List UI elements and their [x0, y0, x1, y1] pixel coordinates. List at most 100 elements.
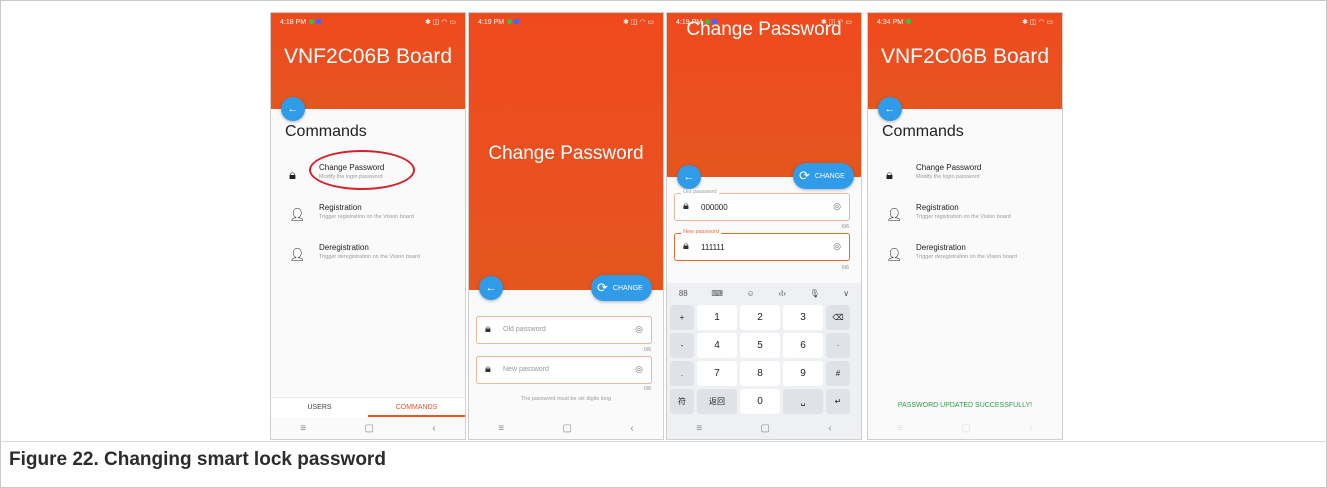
- status-bar: 4:18 PM ✱ ◫ ◠ ▭: [271, 13, 465, 31]
- key-4[interactable]: 4: [697, 333, 737, 358]
- status-icons: ✱ ◫ ◠ ▭: [622, 19, 654, 26]
- back-nav-icon[interactable]: ‹: [828, 423, 831, 434]
- key-5[interactable]: 5: [740, 333, 780, 358]
- status-time: 4:18 PM: [280, 18, 307, 26]
- command-description: Trigger registration on the Vision board: [319, 214, 414, 220]
- phone-screen-commands: 4:18 PM ✱ ◫ ◠ ▭ VNF2C06B Board ← Command…: [270, 12, 466, 440]
- key-7[interactable]: 7: [697, 361, 737, 386]
- home-icon[interactable]: ▢: [962, 423, 971, 434]
- command-description: Trigger deregistration on the Vision boa…: [916, 254, 1017, 260]
- lock-icon: 🔒︎: [289, 167, 296, 182]
- menu-icon[interactable]: ≡: [300, 423, 306, 434]
- eye-off-icon[interactable]: ◎: [833, 241, 841, 252]
- old-password-legend: Old password: [681, 189, 719, 195]
- kb-apps-icon[interactable]: 88: [679, 289, 688, 298]
- key-1[interactable]: 1: [697, 305, 737, 330]
- key-period[interactable]: .: [670, 361, 694, 386]
- arrow-left-icon: ←: [683, 171, 695, 183]
- change-button[interactable]: ⟳ CHANGE: [591, 275, 652, 301]
- new-password-field[interactable]: 🔒︎ New password ◎: [476, 356, 652, 384]
- old-password-field[interactable]: 🔒︎ Old password ◎: [476, 316, 652, 344]
- status-icons: ✱ ◫ ◠ ▭: [820, 19, 852, 26]
- annotation-circle: [309, 150, 415, 190]
- old-password-counter: 6/6: [842, 224, 849, 230]
- new-password-field[interactable]: New password 🔒︎ 111111 ◎: [674, 229, 850, 261]
- command-registration[interactable]: 👤︎ Registration Trigger registration on …: [886, 203, 1056, 231]
- refresh-icon: ⟳: [597, 280, 608, 295]
- menu-icon[interactable]: ≡: [498, 423, 504, 434]
- caption-divider: [0, 441, 1327, 442]
- back-nav-icon[interactable]: ‹: [630, 423, 633, 434]
- back-button[interactable]: ←: [677, 165, 701, 189]
- old-password-field[interactable]: Old password 🔒︎ 000000 ◎: [674, 189, 850, 221]
- eye-off-icon[interactable]: ◎: [635, 364, 643, 375]
- key-3[interactable]: 3: [783, 305, 823, 330]
- phone-screen-change-password-filled: 4:19 PM ✱ ◫ ◠ ▭ Change Password ← ⟳ CHAN…: [666, 12, 862, 440]
- keyboard-toolbar: 88 ⌨ ☺ ‹I› 🎙 ∨: [667, 283, 861, 303]
- back-button[interactable]: ←: [281, 97, 305, 121]
- home-icon[interactable]: ▢: [365, 423, 374, 434]
- key-space[interactable]: ␣: [783, 389, 823, 414]
- system-nav-bar: ≡ ▢ ‹: [868, 417, 1062, 439]
- kb-collapse-icon[interactable]: ∨: [843, 289, 849, 298]
- eye-off-icon[interactable]: ◎: [833, 201, 841, 212]
- system-nav-bar: ≡ ▢ ‹: [667, 417, 861, 439]
- key-minus[interactable]: -: [670, 333, 694, 358]
- status-time: 4:19 PM: [478, 18, 505, 26]
- key-2[interactable]: 2: [740, 305, 780, 330]
- key-8[interactable]: 8: [740, 361, 780, 386]
- arrow-left-icon: ←: [884, 103, 896, 115]
- phone-screen-change-password-empty: 4:19 PM ✱ ◫ ◠ ▭ Change Password ← ⟳ CHAN…: [468, 12, 664, 440]
- key-return[interactable]: 返回: [697, 389, 737, 414]
- page-title: Change Password: [488, 143, 644, 164]
- key-symbols[interactable]: 符: [670, 389, 694, 414]
- page-title: VNF2C06B Board: [880, 45, 1050, 68]
- menu-icon[interactable]: ≡: [696, 423, 702, 434]
- command-change-password[interactable]: 🔒︎ Change Password Modify the login pass…: [886, 163, 1056, 191]
- key-plus[interactable]: +: [670, 305, 694, 330]
- command-label: Registration: [319, 203, 362, 212]
- old-password-counter: 0/6: [644, 347, 651, 353]
- section-title: Commands: [285, 123, 367, 140]
- key-backspace[interactable]: ⌫: [826, 305, 850, 330]
- status-time: 4:19 PM: [676, 18, 703, 26]
- back-button[interactable]: ←: [878, 97, 902, 121]
- bottom-tab-bar: USERS COMMANDS: [271, 397, 465, 417]
- key-9[interactable]: 9: [783, 361, 823, 386]
- command-description: Trigger deregistration on the Vision boa…: [319, 254, 420, 260]
- command-deregistration[interactable]: 👤︎ Deregistration Trigger deregistration…: [289, 243, 459, 271]
- kb-cursor-icon[interactable]: ‹I›: [778, 289, 786, 298]
- status-bar: 4:19 PM ✱ ◫ ◠ ▭: [667, 13, 861, 31]
- figure-caption: Figure 22. Changing smart lock password: [9, 449, 386, 470]
- phone-screen-commands-success: 4:34 PM ✱ ◫ ◠ ▭ VNF2C06B Board ← Command…: [867, 12, 1063, 440]
- key-0[interactable]: 0: [740, 389, 780, 414]
- kb-mic-icon[interactable]: 🎙: [810, 289, 820, 298]
- status-bar: 4:19 PM ✱ ◫ ◠ ▭: [469, 13, 663, 31]
- refresh-icon: ⟳: [799, 168, 810, 183]
- key-dot-mid[interactable]: ·: [826, 333, 850, 358]
- back-nav-icon[interactable]: ‹: [432, 423, 435, 434]
- key-enter[interactable]: ↵: [826, 389, 850, 414]
- command-deregistration[interactable]: 👤︎ Deregistration Trigger deregistration…: [886, 243, 1056, 271]
- change-button-label: CHANGE: [612, 284, 643, 292]
- key-hash[interactable]: #: [826, 361, 850, 386]
- kb-keyboard-icon[interactable]: ⌨: [711, 289, 723, 298]
- lock-icon: 🔒︎: [683, 240, 689, 252]
- key-6[interactable]: 6: [783, 333, 823, 358]
- lock-icon: 🔒︎: [886, 167, 893, 182]
- command-description: Trigger registration on the Vision board: [916, 214, 1011, 220]
- arrow-left-icon: ←: [287, 103, 299, 115]
- change-button[interactable]: ⟳ CHANGE: [793, 163, 854, 189]
- home-icon[interactable]: ▢: [761, 423, 770, 434]
- menu-icon[interactable]: ≡: [897, 423, 903, 434]
- status-icons: ✱ ◫ ◠ ▭: [424, 19, 456, 26]
- command-registration[interactable]: 👤︎ Registration Trigger registration on …: [289, 203, 459, 231]
- kb-emoji-icon[interactable]: ☺: [747, 289, 755, 298]
- numeric-keyboard: 88 ⌨ ☺ ‹I› 🎙 ∨ + 1 2 3 ⌫ - 4 5 6 · . 7 8…: [667, 283, 861, 419]
- tab-users[interactable]: USERS: [271, 398, 368, 417]
- home-icon[interactable]: ▢: [563, 423, 572, 434]
- back-button[interactable]: ←: [479, 276, 503, 300]
- eye-off-icon[interactable]: ◎: [635, 324, 643, 335]
- tab-commands[interactable]: COMMANDS: [368, 398, 465, 417]
- back-nav-icon[interactable]: ‹: [1029, 423, 1032, 434]
